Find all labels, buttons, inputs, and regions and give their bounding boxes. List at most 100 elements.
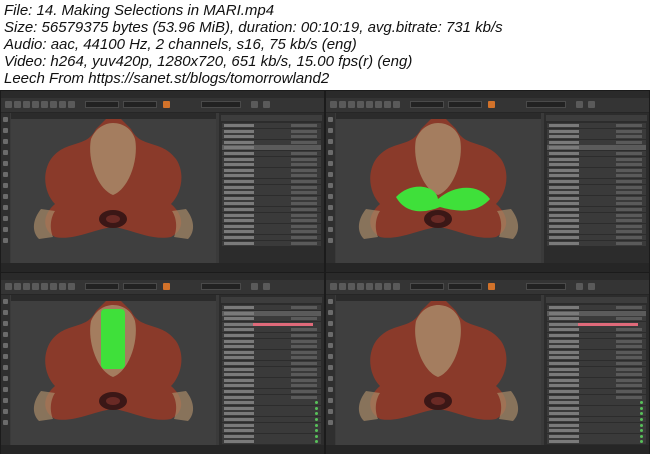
panel-row[interactable] (547, 400, 646, 406)
tool-icon[interactable] (3, 238, 8, 243)
panel-row[interactable] (547, 139, 646, 145)
panel-row[interactable] (547, 201, 646, 207)
panel-row[interactable] (222, 366, 321, 372)
panel-row[interactable] (222, 223, 321, 229)
panel-row[interactable] (222, 333, 321, 338)
tool-icon[interactable] (328, 172, 333, 177)
toolbar-field[interactable] (123, 283, 157, 290)
panel-row[interactable] (222, 212, 321, 218)
panel-row[interactable] (222, 167, 321, 173)
panel-row[interactable] (547, 207, 646, 212)
tool-icon[interactable] (328, 205, 333, 210)
panel-row[interactable] (222, 428, 321, 434)
panel-header[interactable] (221, 297, 322, 303)
tool-icon[interactable] (328, 387, 333, 392)
panel-row[interactable] (222, 139, 321, 145)
panel-row[interactable] (547, 212, 646, 218)
paint-mode-icon[interactable] (488, 283, 495, 290)
tool-icon[interactable] (328, 343, 333, 348)
tool-icon[interactable] (328, 161, 333, 166)
tool-icon[interactable] (328, 376, 333, 381)
toolbar-tool-icon[interactable] (50, 101, 57, 108)
toolbar-tool-icon[interactable] (59, 283, 66, 290)
toolbar-tool-icon[interactable] (348, 283, 355, 290)
panel-row[interactable] (547, 327, 646, 333)
panel-header[interactable] (546, 297, 647, 303)
toolbar-field[interactable] (123, 101, 157, 108)
panel-row[interactable] (547, 338, 646, 344)
toolbar-tool-icon[interactable] (251, 101, 258, 108)
tool-icon[interactable] (3, 161, 8, 166)
panel-row[interactable] (222, 422, 321, 428)
panel-row[interactable] (547, 366, 646, 372)
tool-icon[interactable] (328, 409, 333, 414)
panel-row[interactable] (547, 229, 646, 235)
panel-row[interactable] (547, 305, 646, 310)
toolbar-tool-icon[interactable] (263, 283, 270, 290)
toolbar-tool-icon[interactable] (32, 101, 39, 108)
color-swatch[interactable] (578, 322, 638, 326)
tool-icon[interactable] (3, 310, 8, 315)
tool-icon[interactable] (3, 139, 8, 144)
paint-mode-icon[interactable] (488, 101, 495, 108)
panel-row[interactable] (222, 411, 321, 417)
panel-row[interactable] (547, 235, 646, 240)
tool-icon[interactable] (3, 376, 8, 381)
toolbar-tool-icon[interactable] (32, 283, 39, 290)
tool-icon[interactable] (3, 420, 8, 425)
toolbar-field[interactable] (526, 283, 566, 290)
panel-row[interactable] (222, 173, 321, 179)
tool-icon[interactable] (328, 420, 333, 425)
toolbar-tool-icon[interactable] (41, 101, 48, 108)
panel-row[interactable] (222, 229, 321, 235)
panel-row[interactable] (547, 377, 646, 383)
panel-row[interactable] (547, 240, 646, 246)
toolbar-field[interactable] (201, 101, 241, 108)
toolbar-tool-icon[interactable] (339, 101, 346, 108)
panel-row[interactable] (547, 405, 646, 411)
tool-icon[interactable] (3, 216, 8, 221)
toolbar-field[interactable] (201, 283, 241, 290)
toolbar-tool-icon[interactable] (576, 283, 583, 290)
paint-mode-icon[interactable] (163, 283, 170, 290)
tool-icon[interactable] (328, 332, 333, 337)
toolbar-field[interactable] (85, 283, 119, 290)
tool-icon[interactable] (328, 128, 333, 133)
tool-icon[interactable] (328, 321, 333, 326)
toolbar-field[interactable] (410, 283, 444, 290)
panel-row[interactable] (222, 207, 321, 212)
tool-icon[interactable] (3, 343, 8, 348)
tool-icon[interactable] (3, 354, 8, 359)
tool-icon[interactable] (3, 409, 8, 414)
toolbar-tool-icon[interactable] (5, 101, 12, 108)
tool-icon[interactable] (3, 150, 8, 155)
panel-row[interactable] (547, 372, 646, 378)
panel-row[interactable] (547, 389, 646, 394)
panel-row[interactable] (222, 201, 321, 207)
tool-icon[interactable] (3, 387, 8, 392)
toolbar-tool-icon[interactable] (348, 101, 355, 108)
panel-row[interactable] (222, 389, 321, 394)
toolbar-field[interactable] (526, 101, 566, 108)
toolbar-field[interactable] (448, 283, 482, 290)
tool-icon[interactable] (328, 299, 333, 304)
panel-row[interactable] (222, 417, 321, 422)
panel-row[interactable] (547, 123, 646, 128)
panel-row[interactable] (547, 383, 646, 389)
toolbar-tool-icon[interactable] (375, 101, 382, 108)
panel-row[interactable] (222, 218, 321, 224)
menu-bar[interactable] (326, 91, 649, 98)
toolbar-tool-icon[interactable] (393, 283, 400, 290)
panel-row[interactable] (547, 184, 646, 190)
toolbar-tool-icon[interactable] (576, 101, 583, 108)
tool-icon[interactable] (328, 238, 333, 243)
panel-row[interactable] (222, 316, 321, 322)
panel-row[interactable] (222, 439, 321, 445)
panel-row[interactable] (222, 195, 321, 201)
color-swatch[interactable] (253, 322, 313, 326)
menu-bar[interactable] (1, 273, 324, 280)
panel-row[interactable] (222, 162, 321, 168)
tool-icon[interactable] (3, 172, 8, 177)
toolbar-tool-icon[interactable] (366, 283, 373, 290)
toolbar-tool-icon[interactable] (588, 101, 595, 108)
